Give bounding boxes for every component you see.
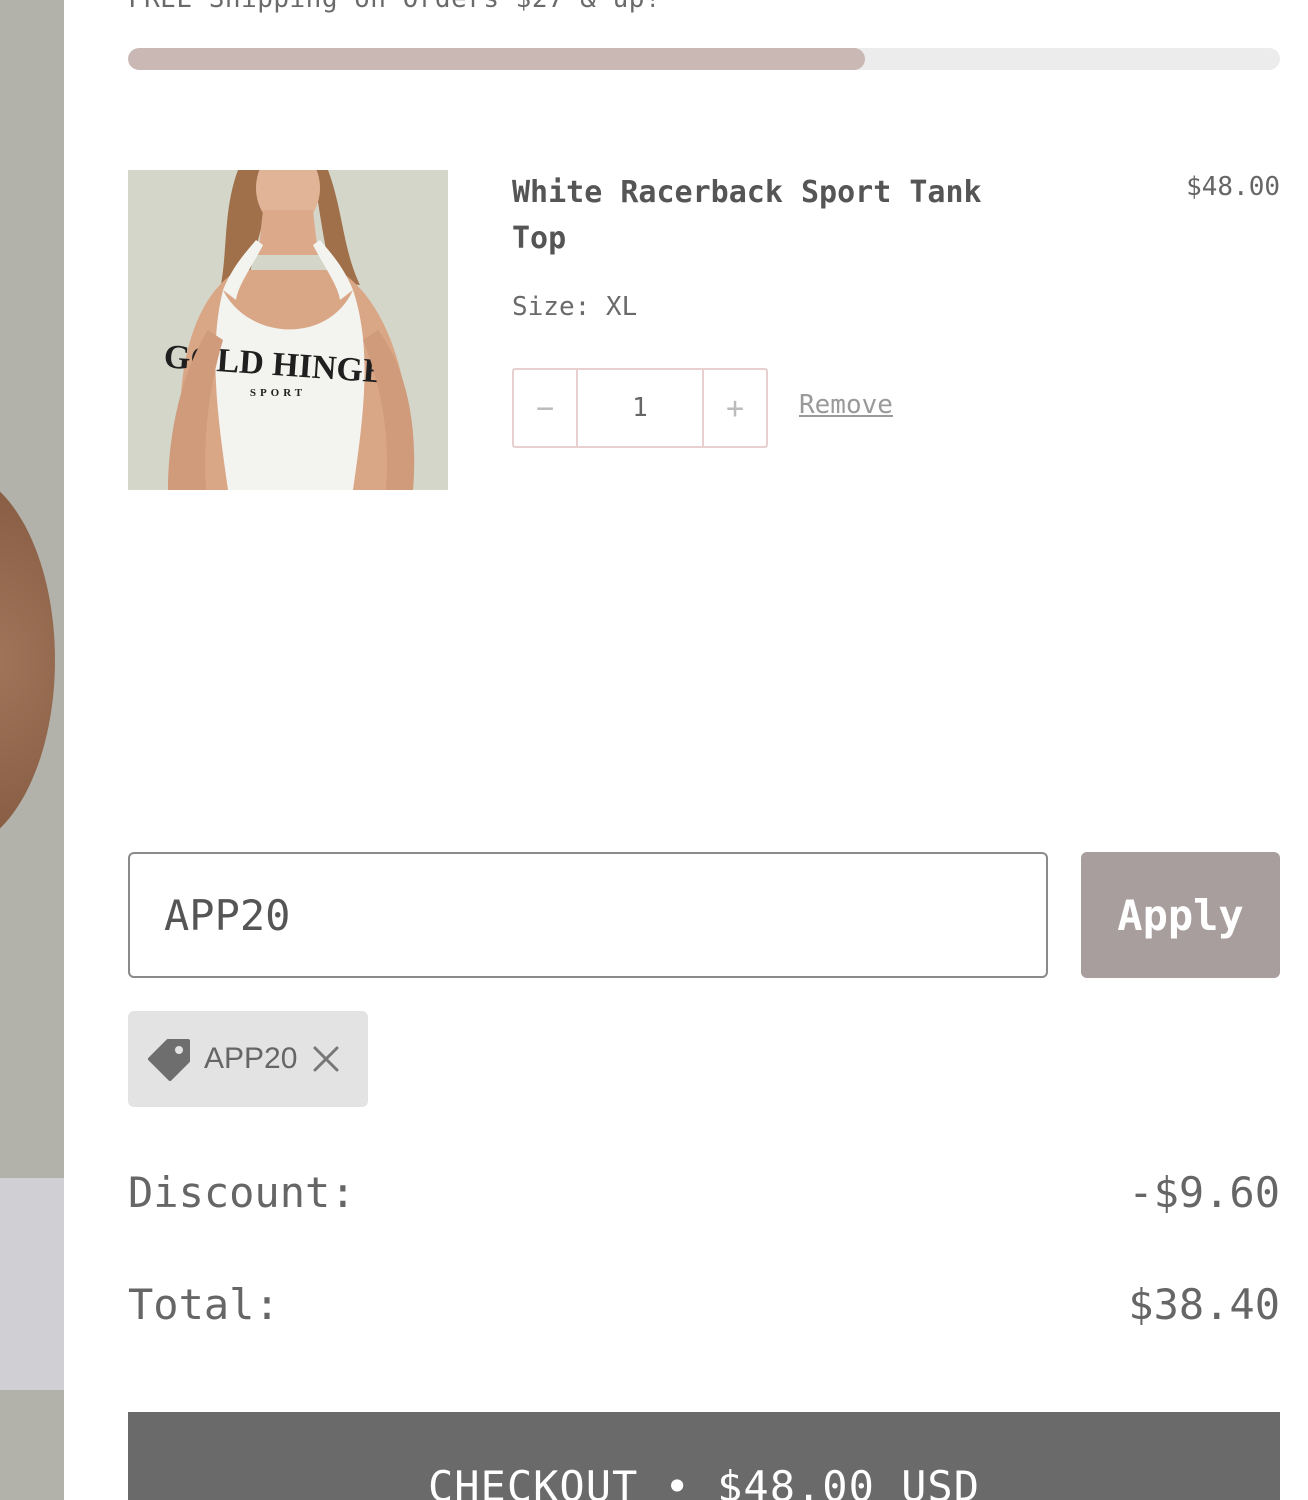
price-tag-icon [144, 1033, 196, 1085]
minus-icon: − [535, 390, 555, 426]
applied-discount-chip: APP20 [128, 1011, 368, 1107]
free-shipping-message: FREE Shipping on Orders $27 & up! [128, 0, 661, 14]
total-value: $38.40 [1128, 1280, 1280, 1329]
plus-icon: + [725, 390, 745, 426]
shipping-progress-bar [128, 48, 1280, 70]
backdrop-model-image [0, 470, 55, 850]
decrease-quantity-button[interactable]: − [514, 370, 578, 446]
apply-discount-button[interactable]: Apply [1081, 852, 1280, 978]
quantity-value[interactable]: 1 [578, 370, 702, 446]
shipping-progress-fill [128, 48, 866, 70]
product-size: Size: XL [512, 292, 638, 322]
product-title[interactable]: White Racerback Sport Tank Top [512, 170, 1032, 262]
discount-code-input[interactable] [128, 852, 1048, 978]
product-price: $48.00 [1186, 172, 1280, 202]
checkout-button[interactable]: CHECKOUT • $48.00 USD [128, 1412, 1280, 1500]
total-row: Total: $38.40 [128, 1280, 1280, 1329]
page-backdrop[interactable] [0, 0, 64, 1500]
close-icon[interactable] [311, 1044, 341, 1074]
cart-page: FREE Shipping on Orders $27 & up! GOLD H… [0, 0, 1308, 1500]
increase-quantity-button[interactable]: + [702, 370, 766, 446]
backdrop-band [0, 1178, 64, 1390]
discount-value: -$9.60 [1128, 1168, 1280, 1217]
product-image-logo-subtext: SPORT [250, 387, 306, 399]
total-label: Total: [128, 1280, 280, 1329]
cart-drawer: FREE Shipping on Orders $27 & up! GOLD H… [64, 0, 1308, 1500]
discount-label: Discount: [128, 1168, 356, 1217]
applied-discount-code: APP20 [204, 1042, 298, 1075]
discount-row: Discount: -$9.60 [128, 1168, 1280, 1217]
remove-item-link[interactable]: Remove [799, 390, 893, 420]
product-image: GOLD HINGE SPORT [128, 170, 448, 490]
product-thumbnail[interactable]: GOLD HINGE SPORT [128, 170, 448, 490]
quantity-stepper: − 1 + [512, 368, 768, 448]
checkout-label: CHECKOUT • $48.00 USD [427, 1462, 980, 1500]
